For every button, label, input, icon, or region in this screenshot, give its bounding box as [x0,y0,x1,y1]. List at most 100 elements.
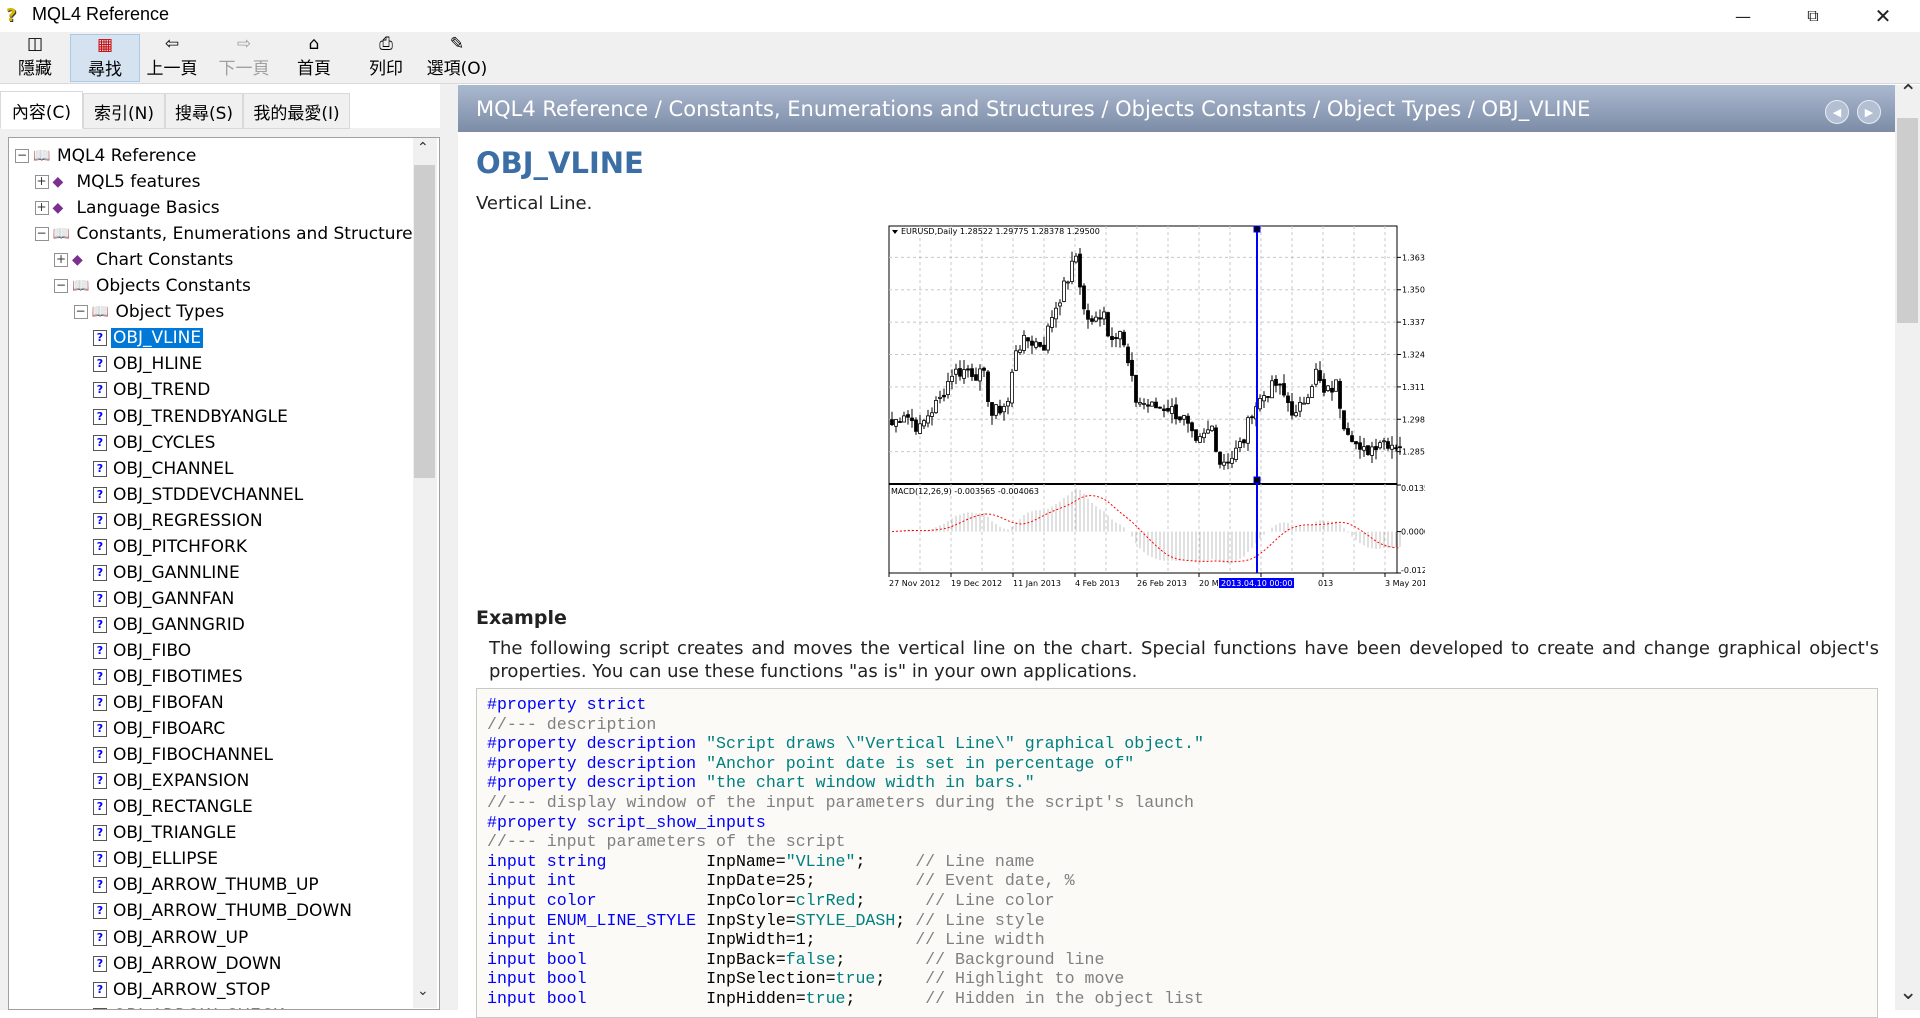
tree-item[interactable]: ? OBJ_VLINE [93,325,204,351]
tab-1[interactable]: 索引(N) [83,93,165,129]
pane-splitter[interactable] [440,84,458,1010]
code-token: "VLine" [785,851,856,871]
tree-item[interactable]: ? OBJ_REGRESSION [93,508,265,534]
code-token: InpName= [706,851,786,871]
tree-item-label: Objects Constants [96,276,251,297]
tree-item[interactable]: ? OBJ_ARROW_DOWN [93,951,284,977]
tab-0[interactable]: 內容(C) [0,91,83,129]
candle [1342,410,1346,432]
tree-item[interactable]: ? OBJ_TREND [93,377,212,403]
code-line: input bool InpHidden=true; // Hidden in … [487,989,1867,1009]
code-token: input int [487,871,707,891]
collapse-icon[interactable]: − [15,149,29,163]
tree-item[interactable]: ? OBJ_CYCLES [93,430,217,456]
expand-icon[interactable]: + [34,201,49,216]
tree-item[interactable]: ? OBJ_ARROW_UP [93,925,250,951]
tree-item-label: OBJ_ARROW_THUMB_UP [113,875,319,896]
toolbar: ◫ 隱藏 ▦ 尋找 ⇦ 上一頁 ⇨ 下一頁 ⌂ 首頁 ⎙ 列印 ✎ 選項(O) [0,32,1920,84]
code-token: ; [855,890,926,910]
tree-item[interactable]: ? OBJ_FIBOFAN [93,690,226,716]
previous-topic-button[interactable]: ◀ [1825,100,1849,124]
tree-item[interactable]: ? OBJ_STDDEVCHANNEL [93,482,305,508]
tree-scroll-thumb[interactable] [414,165,435,478]
tree-item[interactable]: + ◆ Language Basics [34,195,222,221]
back-arrow-icon: ⇦ [164,34,180,54]
tree-item[interactable]: ? OBJ_FIBOARC [93,716,227,742]
code-token: // Line name [915,851,1035,871]
tree-item-label: OBJ_ARROW_THUMB_DOWN [113,901,352,922]
tree-item[interactable]: ? OBJ_HLINE [93,351,204,377]
tree-item[interactable]: ?OBJ_ARROW_CHECK [93,1003,286,1009]
toolbar-button-label: 首頁 [297,59,331,79]
help-page-icon: ? [93,799,107,816]
tree-item[interactable]: ? OBJ_PITCHFORK [93,534,249,560]
content-scroll-thumb[interactable] [1897,118,1918,323]
toolbar-button-5[interactable]: ⎙ 列印 [357,34,415,82]
code-token: // Event date, % [915,871,1075,891]
toolbar-button-0[interactable]: ◫ 隱藏 [8,34,62,82]
price-tick-label: 1.36335 [1402,253,1425,262]
tree-item[interactable]: ? OBJ_FIBOTIMES [93,664,245,690]
tree-item[interactable]: + ◆ Chart Constants [54,247,235,273]
tree-item[interactable]: ? OBJ_TRENDBYANGLE [93,404,290,430]
toolbar-button-4[interactable]: ⌂ 首頁 [285,34,343,82]
tree-item[interactable]: ? OBJ_RECTANGLE [93,794,255,820]
open-book-icon: 📖 [52,226,70,243]
tree-item[interactable]: ? OBJ_GANNLINE [93,560,242,586]
tree-item-label: OBJ_HLINE [113,354,203,375]
tree-item[interactable]: − 📖 Objects Constants [54,273,253,299]
tree-item[interactable]: − 📖 Constants, Enumerations and Structures [34,221,424,247]
code-line: #property description "Anchor point date… [487,754,1867,774]
scroll-down-icon[interactable]: ⌄ [417,983,429,999]
tree-item[interactable]: ? OBJ_EXPANSION [93,768,251,794]
tree-item[interactable]: ? OBJ_GANNGRID [93,612,247,638]
tree-item[interactable]: + ◆ MQL5 features [34,169,203,195]
next-topic-button[interactable]: ▶ [1857,100,1881,124]
code-token: InpSelection= [706,969,836,989]
help-page-icon: ? [93,747,107,764]
scroll-up-icon[interactable]: ⌃ [417,140,429,156]
tree-item[interactable]: − 📖 MQL4 Reference [15,143,198,169]
toolbar-button-3[interactable]: ⇨ 下一頁 [212,34,276,82]
macd-tick-label: 0.013517 [1401,484,1425,493]
tree-item[interactable]: ? OBJ_GANNFAN [93,586,236,612]
code-token: InpBack= [706,949,786,969]
scroll-down-icon[interactable]: ⌄ [1899,980,1917,1005]
toolbar-button-6[interactable]: ✎ 選項(O) [420,34,494,82]
close-button[interactable]: ✕ [1860,0,1906,32]
tree-item[interactable]: ? OBJ_FIBOCHANNEL [93,742,275,768]
price-tick-label: 1.35030 [1402,286,1425,295]
expand-icon[interactable]: + [34,175,49,190]
tree-item-label: OBJ_ARROW_UP [113,927,249,948]
restore-button[interactable]: ⧉ [1790,0,1836,32]
code-line: input int InpWidth=1; // Line width [487,930,1867,950]
locate-icon: ▦ [96,35,114,55]
help-page-icon: ? [93,851,107,868]
tree-item[interactable]: ? OBJ_ARROW_THUMB_DOWN [93,898,354,924]
code-token: // Background line [925,949,1105,969]
code-token: #property strict [487,695,647,714]
tab-2[interactable]: 搜尋(S) [165,93,243,129]
tree-item[interactable]: ? OBJ_CHANNEL [93,456,236,482]
tree-item[interactable]: ? OBJ_ARROW_STOP [93,977,272,1003]
tree-item-label: OBJ_EXPANSION [113,771,250,792]
tree-item[interactable]: ? OBJ_ARROW_THUMB_UP [93,872,321,898]
code-token: false [785,949,836,969]
collapse-icon[interactable]: − [73,305,88,320]
code-line: //--- description [487,715,1867,735]
tab-3[interactable]: 我的最愛(I) [243,93,350,129]
tree-item[interactable]: − 📖 Object Types [73,299,227,325]
tree-item[interactable]: ? OBJ_FIBO [93,638,193,664]
candle [1134,374,1138,407]
tree-item[interactable]: ? OBJ_ELLIPSE [93,846,220,872]
scroll-up-icon[interactable]: ⌃ [1899,81,1917,106]
tree-item-label: OBJ_FIBO [113,640,192,661]
toolbar-button-2[interactable]: ⇦ 上一頁 [140,34,204,82]
toolbar-button-1[interactable]: ▦ 尋找 [70,34,140,82]
tree-item-label: OBJ_FIBOTIMES [113,667,243,687]
expand-icon[interactable]: + [54,253,68,268]
minimize-button[interactable]: — [1720,0,1766,32]
tree-item[interactable]: ? OBJ_TRIANGLE [93,820,239,846]
collapse-icon[interactable]: − [54,279,68,294]
collapse-icon[interactable]: − [34,227,49,242]
